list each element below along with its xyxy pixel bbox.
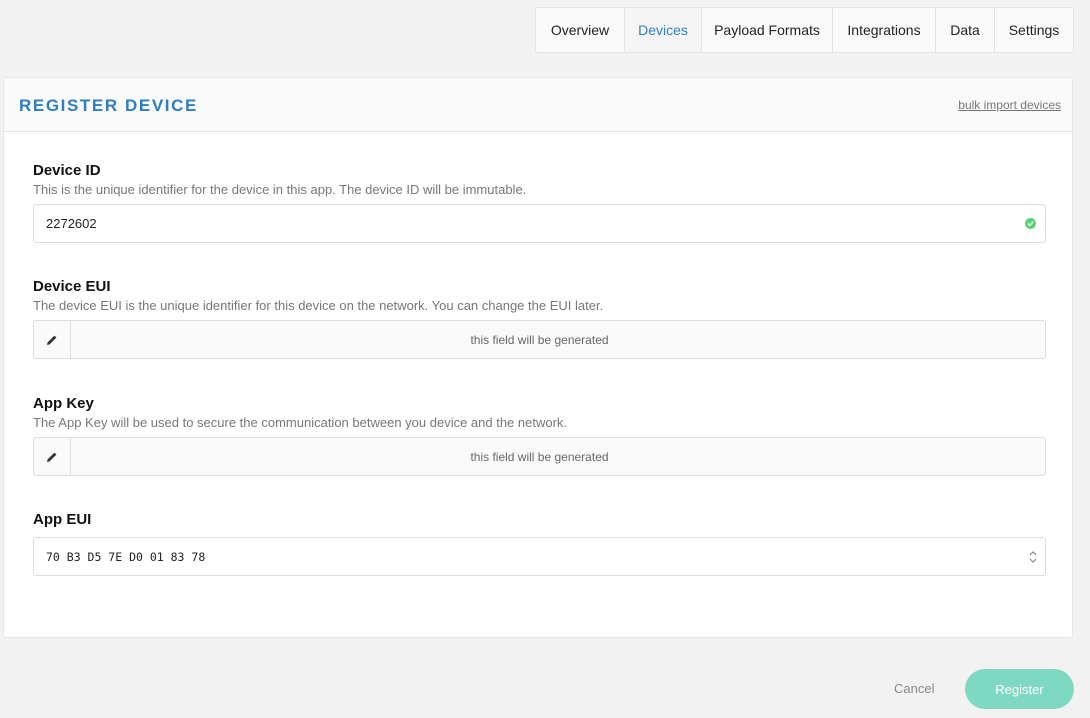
device-id-input[interactable]: 2272602 bbox=[33, 204, 1046, 243]
nav-tabs: Overview Devices Payload Formats Integra… bbox=[535, 7, 1074, 53]
app-eui-value: 70 B3 D5 7E D0 01 83 78 bbox=[46, 549, 206, 564]
tab-integrations[interactable]: Integrations bbox=[833, 8, 936, 52]
device-eui-input[interactable]: this field will be generated bbox=[33, 320, 1046, 359]
device-id-field: Device ID This is the unique identifier … bbox=[33, 162, 1046, 243]
app-key-label: App Key bbox=[33, 395, 94, 412]
device-eui-placeholder: this field will be generated bbox=[470, 332, 609, 347]
app-key-input[interactable]: this field will be generated bbox=[33, 437, 1046, 476]
app-key-placeholder: this field will be generated bbox=[470, 449, 609, 464]
tab-overview[interactable]: Overview bbox=[536, 8, 625, 52]
app-eui-field: App EUI 70 B3 D5 7E D0 01 83 78 bbox=[33, 511, 1046, 576]
tab-data[interactable]: Data bbox=[936, 8, 995, 52]
register-device-card: REGISTER DEVICE bulk import devices Devi… bbox=[3, 77, 1073, 638]
device-id-value: 2272602 bbox=[46, 216, 97, 231]
pencil-icon bbox=[47, 335, 57, 345]
tab-settings[interactable]: Settings bbox=[995, 8, 1073, 52]
app-eui-select[interactable]: 70 B3 D5 7E D0 01 83 78 bbox=[33, 537, 1046, 576]
bulk-import-link[interactable]: bulk import devices bbox=[958, 98, 1061, 112]
app-eui-label: App EUI bbox=[33, 511, 92, 528]
tab-devices[interactable]: Devices bbox=[625, 8, 702, 52]
up-down-chevron-icon[interactable] bbox=[1029, 550, 1037, 564]
tab-payload-formats[interactable]: Payload Formats bbox=[702, 8, 833, 52]
app-key-edit-button[interactable] bbox=[34, 438, 71, 475]
device-id-help: This is the unique identifier for the de… bbox=[33, 182, 527, 197]
device-eui-help: The device EUI is the unique identifier … bbox=[33, 298, 604, 313]
cancel-button[interactable]: Cancel bbox=[894, 681, 934, 696]
app-key-field: App Key The App Key will be used to secu… bbox=[33, 395, 1046, 476]
check-circle-icon bbox=[1025, 218, 1036, 229]
pencil-icon bbox=[47, 452, 57, 462]
device-id-label: Device ID bbox=[33, 162, 101, 179]
register-button[interactable]: Register bbox=[965, 669, 1074, 709]
app-key-help: The App Key will be used to secure the c… bbox=[33, 415, 568, 430]
device-eui-label: Device EUI bbox=[33, 278, 111, 295]
card-header: REGISTER DEVICE bulk import devices bbox=[4, 78, 1072, 132]
page-title: REGISTER DEVICE bbox=[19, 96, 198, 115]
device-eui-edit-button[interactable] bbox=[34, 321, 71, 358]
device-eui-field: Device EUI The device EUI is the unique … bbox=[33, 278, 1046, 359]
